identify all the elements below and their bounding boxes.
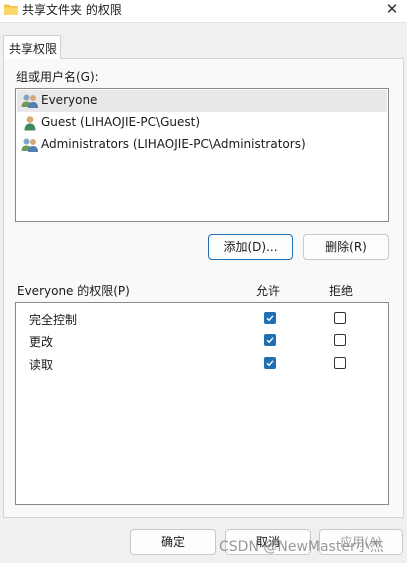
watermark: CSDN @NewMaster小杰 bbox=[219, 539, 384, 555]
permission-name: 读取 bbox=[29, 358, 54, 372]
group-users-icon bbox=[21, 138, 38, 152]
user-name: Guest (LIHAOJIE-PC\Guest) bbox=[41, 115, 201, 129]
folder-icon bbox=[4, 4, 18, 15]
permission-row-read: 读取 bbox=[16, 352, 388, 374]
deny-checkbox[interactable] bbox=[334, 334, 346, 346]
list-item-guest[interactable]: Guest (LIHAOJIE-PC\Guest) bbox=[17, 112, 387, 134]
ok-button[interactable]: 确定 bbox=[130, 529, 216, 555]
close-icon[interactable]: ✕ bbox=[385, 2, 399, 17]
single-user-icon bbox=[24, 116, 36, 131]
title-bar: 共享文件夹 的权限 ✕ bbox=[0, 0, 407, 23]
user-name: Everyone bbox=[41, 93, 98, 107]
permissions-dialog: 共享文件夹 的权限 ✕ 共享权限 组或用户名(G): Everyone Gues… bbox=[0, 0, 407, 563]
allow-checkbox[interactable] bbox=[264, 312, 276, 324]
checkmark-icon bbox=[266, 360, 274, 367]
list-item-administrators[interactable]: Administrators (LIHAOJIE-PC\Administrato… bbox=[17, 134, 387, 156]
deny-checkbox[interactable] bbox=[334, 312, 346, 324]
groups-label: 组或用户名(G): bbox=[16, 70, 99, 84]
allow-column-header: 允许 bbox=[256, 284, 281, 298]
deny-column-header: 拒绝 bbox=[329, 284, 354, 298]
permissions-label: Everyone 的权限(P) bbox=[17, 284, 130, 298]
checkmark-icon bbox=[266, 315, 274, 322]
checkmark-icon bbox=[266, 337, 274, 344]
remove-button[interactable]: 删除(R) bbox=[303, 234, 389, 260]
permissions-list: 完全控制 更改 读取 bbox=[15, 302, 389, 505]
group-users-icon bbox=[21, 94, 38, 108]
permission-name: 更改 bbox=[29, 335, 54, 349]
user-name: Administrators (LIHAOJIE-PC\Administrato… bbox=[41, 137, 306, 151]
permission-row-full-control: 完全控制 bbox=[16, 307, 388, 329]
list-item-everyone[interactable]: Everyone bbox=[17, 90, 387, 112]
allow-checkbox[interactable] bbox=[264, 334, 276, 346]
tab-label: 共享权限 bbox=[9, 42, 58, 56]
permission-row-change: 更改 bbox=[16, 329, 388, 351]
permission-name: 完全控制 bbox=[29, 313, 78, 327]
add-button[interactable]: 添加(D)... bbox=[208, 234, 293, 260]
window-title: 共享文件夹 的权限 bbox=[22, 3, 122, 17]
user-list[interactable]: Everyone Guest (LIHAOJIE-PC\Guest) Admin… bbox=[15, 88, 389, 222]
tab-share-permissions[interactable]: 共享权限 bbox=[3, 35, 61, 59]
deny-checkbox[interactable] bbox=[334, 357, 346, 369]
allow-checkbox[interactable] bbox=[264, 357, 276, 369]
